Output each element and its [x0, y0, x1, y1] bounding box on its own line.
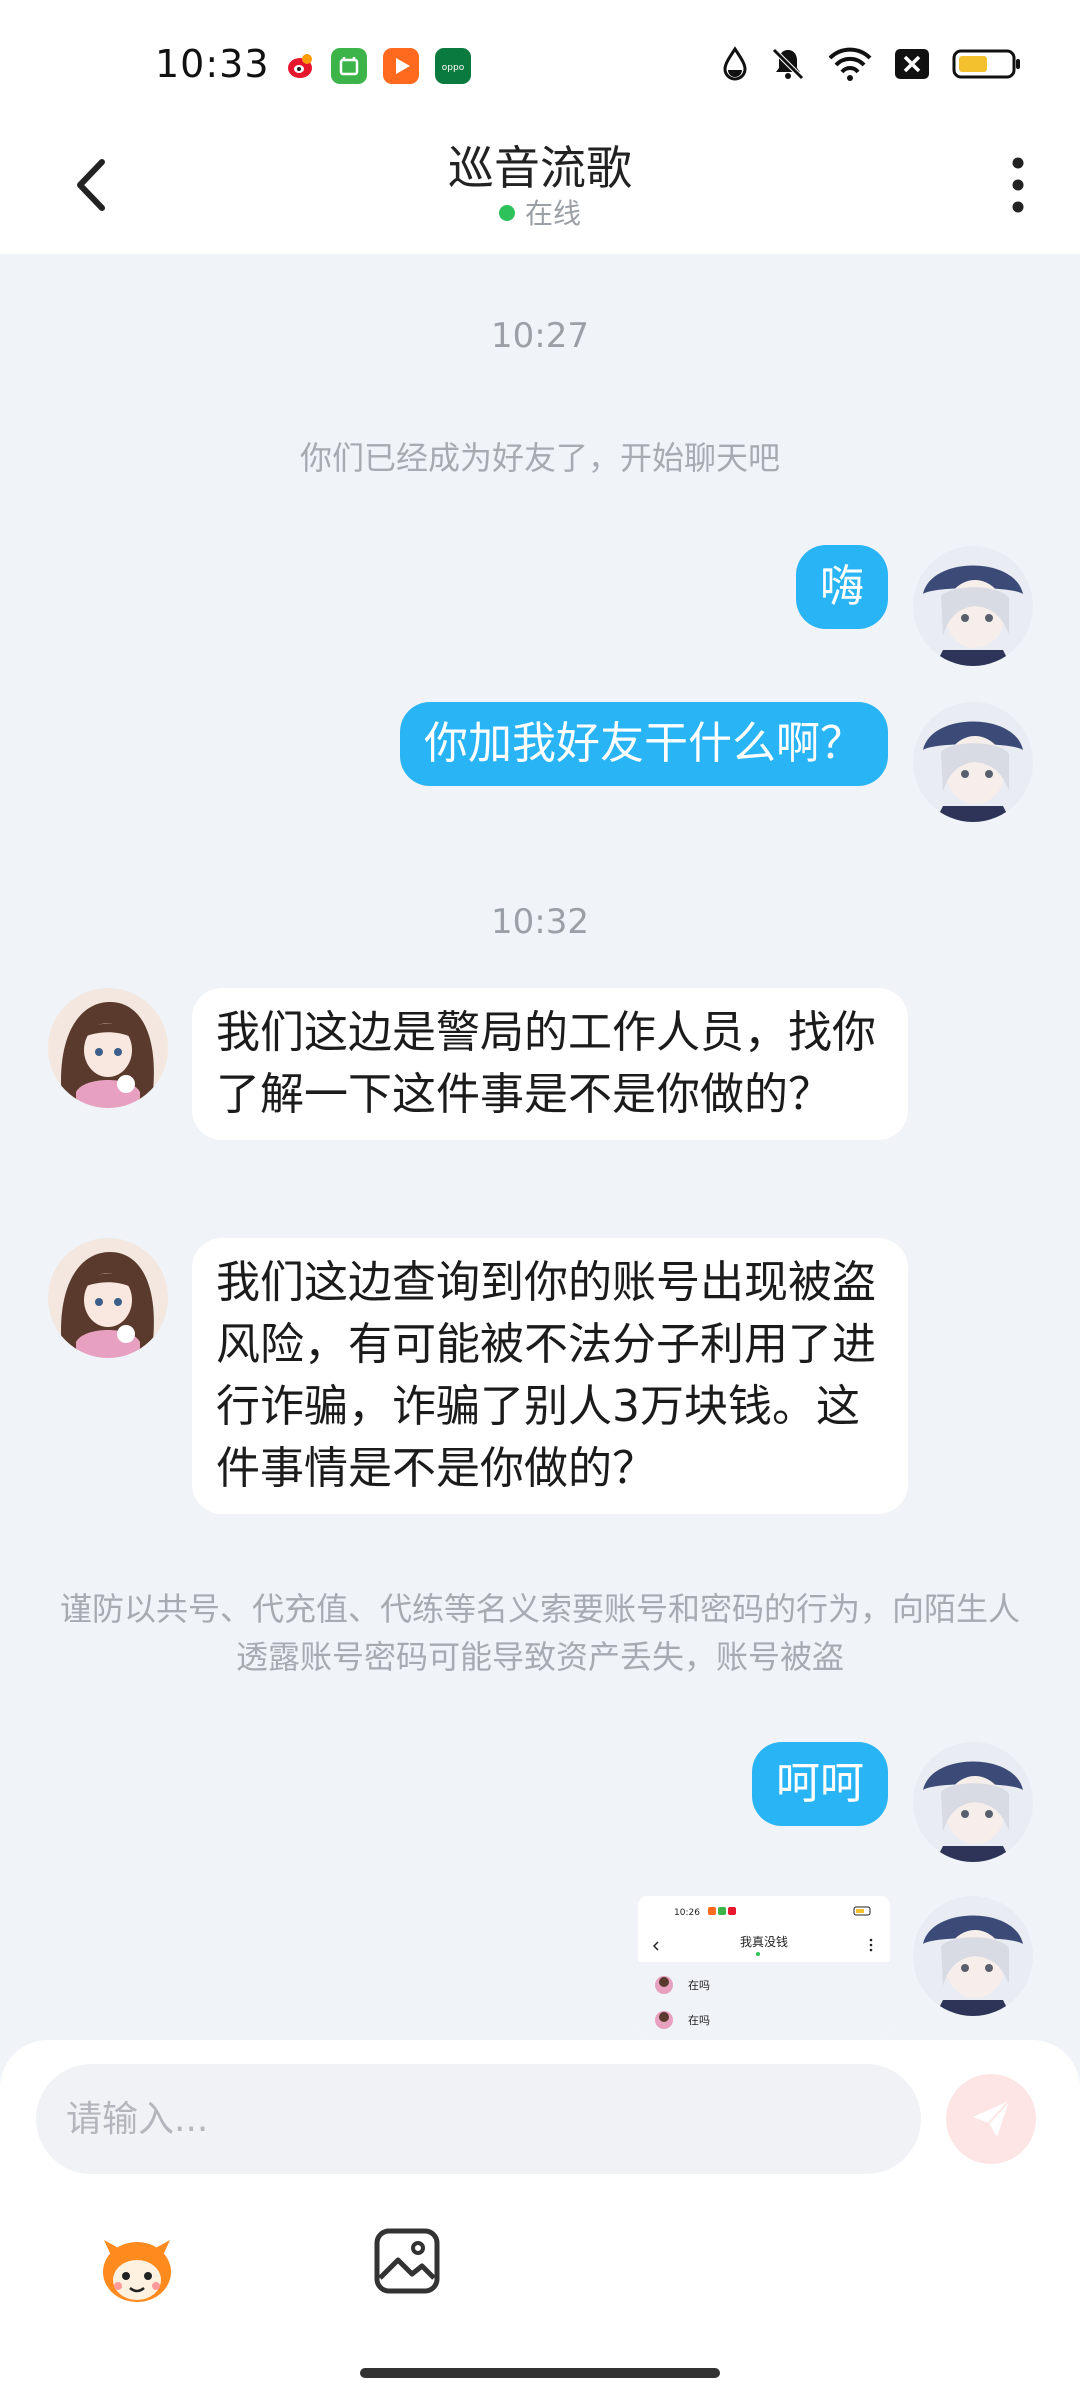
my-avatar[interactable]	[913, 546, 1033, 666]
online-status-label: 在线	[524, 197, 581, 230]
chat-screen: 10:33 oppo 巡音流歌 在线 10:27 你们已经成为好友了，开始聊天吧…	[0, 0, 1080, 2400]
no-sim-icon	[895, 49, 929, 79]
video-app-icon	[383, 48, 419, 84]
sticker-button[interactable]	[92, 2220, 182, 2310]
outgoing-message[interactable]: 嗨	[796, 545, 888, 629]
input-panel	[0, 2040, 1080, 2400]
more-options-button[interactable]	[998, 150, 1038, 220]
outgoing-message[interactable]: 呵呵	[752, 1742, 888, 1826]
mute-icon	[772, 48, 804, 80]
image-icon	[374, 2228, 440, 2294]
online-dot	[498, 205, 515, 221]
my-avatar[interactable]	[913, 1896, 1033, 2016]
incoming-message[interactable]: 我们这边是警局的工作人员，找你了解一下这件事是不是你做的？	[192, 988, 908, 1140]
my-avatar[interactable]	[913, 1742, 1033, 1862]
data-saver-icon	[723, 46, 747, 81]
green-app-icon	[331, 48, 367, 84]
battery-icon	[952, 49, 1020, 79]
incoming-message[interactable]: 我们这边查询到你的账号出现被盗风险，有可能被不法分子利用了进行诈骗，诈骗了别人3…	[192, 1238, 908, 1514]
contact-name: 巡音流歌	[448, 141, 632, 195]
timestamp: 10:32	[491, 902, 589, 942]
status-bar: 10:33 oppo	[0, 0, 1080, 120]
thumbnail-title: 我真没钱	[740, 1934, 788, 1949]
online-status: 在线	[0, 192, 1080, 232]
message-input[interactable]	[36, 2064, 921, 2174]
send-button[interactable]	[946, 2074, 1036, 2164]
thumbnail-time: 10:26	[674, 1908, 700, 1918]
contact-avatar[interactable]	[48, 988, 168, 1108]
image-message[interactable]: 10:26 我真没钱 在吗 在吗	[638, 1896, 890, 2036]
thumbnail-line-1: 在吗	[688, 1979, 710, 1992]
send-icon	[973, 2100, 1010, 2137]
chat-header: 巡音流歌 在线	[0, 120, 1080, 254]
status-icons	[722, 46, 1022, 82]
image-picker-button[interactable]	[372, 2226, 442, 2296]
status-time: 10:33	[155, 42, 270, 86]
svg-text:oppo: oppo	[442, 63, 465, 73]
mascot-sticker-icon	[103, 2240, 171, 2302]
contact-avatar[interactable]	[48, 1238, 168, 1358]
wifi-icon	[828, 47, 872, 81]
thumbnail-line-2: 在吗	[688, 2014, 710, 2027]
more-vertical-icon	[1012, 157, 1024, 213]
oppo-app-icon: oppo	[435, 48, 471, 84]
weibo-app-icon	[283, 48, 319, 84]
timestamp: 10:27	[491, 316, 589, 356]
security-warning: 谨防以共号、代充值、代练等名义索要账号和密码的行为，向陌生人透露账号密码可能导致…	[60, 1590, 1021, 1676]
system-message: 你们已经成为好友了，开始聊天吧	[299, 439, 780, 477]
home-indicator[interactable]	[360, 2368, 720, 2378]
my-avatar[interactable]	[913, 702, 1033, 822]
outgoing-message[interactable]: 你加我好友干什么啊？	[400, 702, 888, 786]
